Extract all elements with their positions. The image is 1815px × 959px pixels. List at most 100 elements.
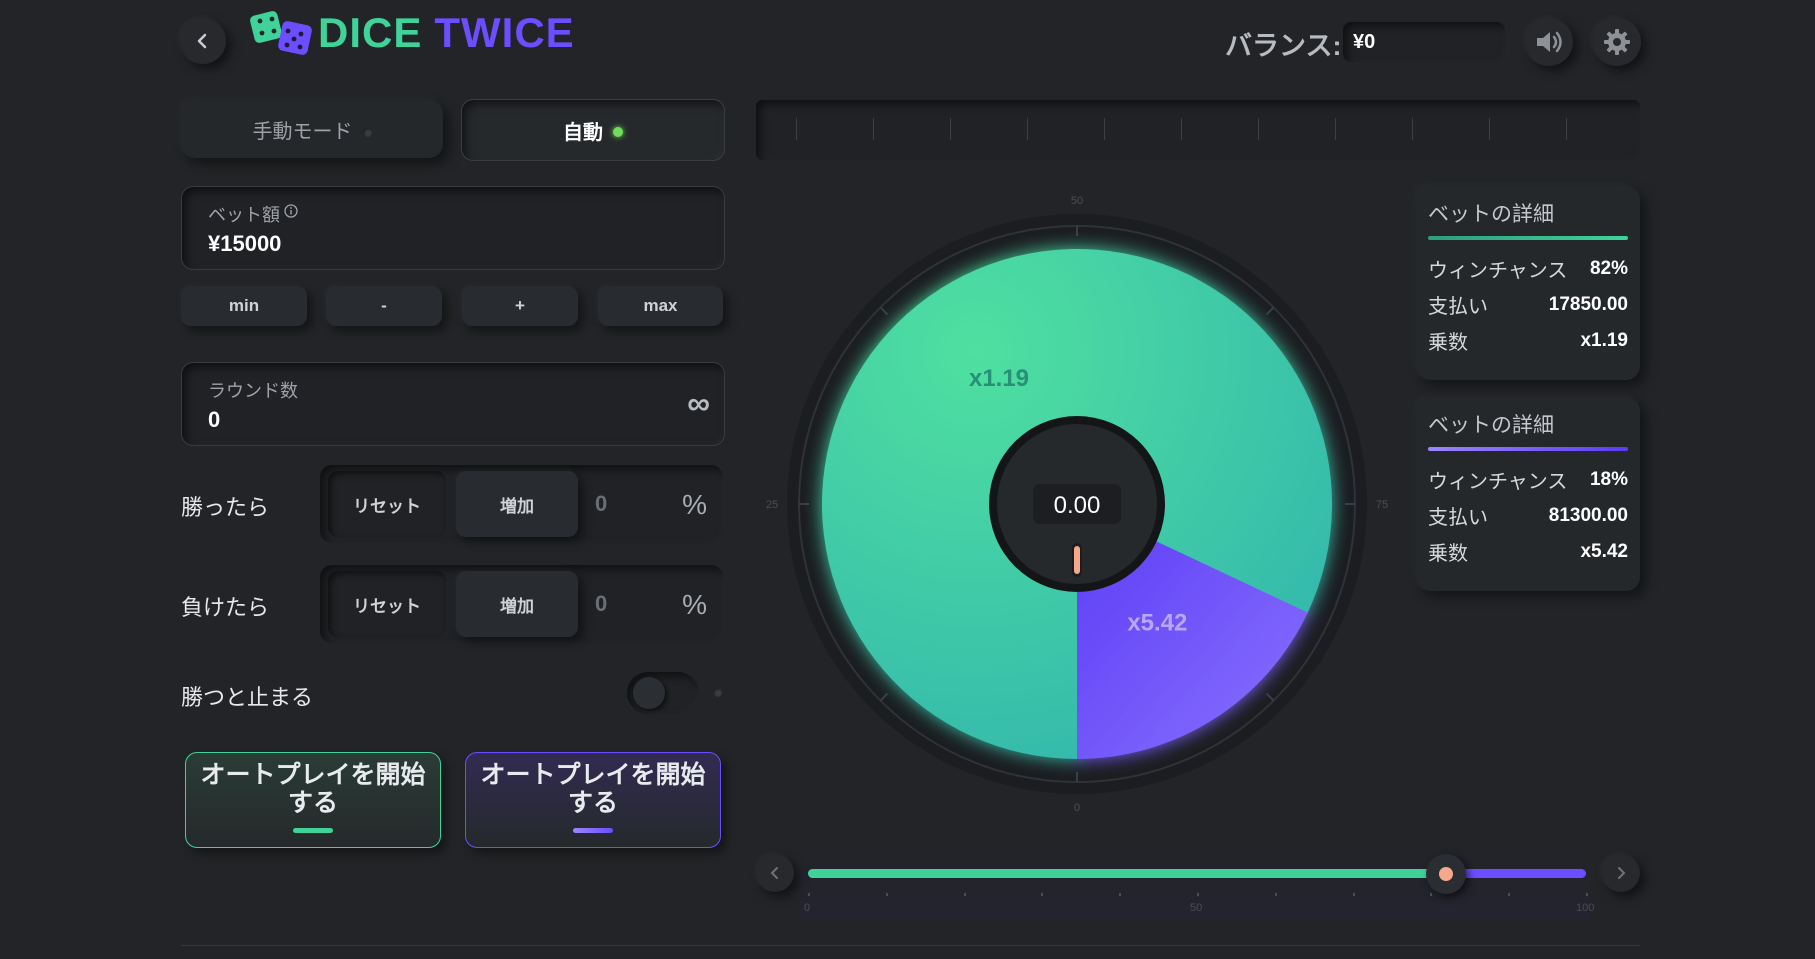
bet-details-title-green: ベットの詳細 [1428, 203, 1554, 226]
tab-manual-label: 手動モード [252, 120, 353, 143]
win-chance-value: 18% [1589, 468, 1628, 490]
sound-icon [1537, 31, 1562, 53]
on-win-reset-button[interactable]: リセット [328, 471, 446, 537]
rounds-field[interactable]: ラウンド数 0 ∞ [181, 362, 725, 446]
stop-on-win-label: 勝つと止まる [181, 685, 314, 710]
balance-label: バランス: [1225, 31, 1342, 61]
slider-tick [808, 893, 810, 896]
win-chance-row-green: ウィンチャンス 82% [1428, 254, 1628, 283]
dice-logo-icon [250, 11, 312, 55]
payout-label: 支払い [1428, 507, 1488, 529]
bet-details-panel-green: ベットの詳細 ウィンチャンス 82% 支払い 17850.00 乗数 x1.19 [1416, 186, 1640, 380]
bet-max-button[interactable]: max [598, 286, 723, 326]
slider-left-button[interactable] [756, 854, 794, 892]
wheel-scale-label-left: 25 [766, 499, 778, 511]
slider-track[interactable] [808, 854, 1586, 894]
autoplay-green-label: オートプレイを開始する [200, 761, 426, 817]
bet-amount-value: ¥15000 [208, 231, 282, 256]
autoplay-start-purple-button[interactable]: オートプレイを開始する [465, 752, 721, 848]
balance-field: ¥0 [1343, 22, 1505, 62]
logo: DICE TWICE [248, 8, 575, 58]
bet-increase-button[interactable]: + [462, 286, 578, 326]
back-icon [197, 33, 207, 49]
on-loss-increase-button[interactable]: 増加 [456, 571, 578, 637]
on-win-percent-unit: % [682, 489, 707, 520]
slider-thumb[interactable] [1425, 854, 1466, 894]
payout-value: 81300.00 [1548, 504, 1628, 526]
slider-right-button[interactable] [1602, 854, 1640, 892]
on-win-label: 勝ったら [181, 495, 270, 520]
slider-thumb-dot [1438, 867, 1453, 881]
win-chance-label: ウィンチャンス [1428, 260, 1568, 282]
bet-decrease-button[interactable]: - [326, 286, 442, 326]
logo-text-twice: TWICE [434, 9, 575, 56]
payout-label: 支払い [1428, 296, 1488, 318]
multiplier-value: x5.42 [1580, 540, 1628, 562]
multiplier-row-green: 乗数 x1.19 [1428, 326, 1628, 355]
slider-tick [1352, 893, 1355, 896]
logo-text-dice: DICE [318, 9, 423, 56]
history-tick [796, 118, 797, 140]
slider-tick [963, 893, 966, 896]
slider-tick [1508, 893, 1511, 896]
bet-details-panel-purple: ベットの詳細 ウィンチャンス 18% 支払い 81300.00 乗数 x5.42 [1416, 397, 1640, 591]
wheel-center-value: 0.00 [1054, 492, 1101, 519]
history-tick [1335, 118, 1336, 140]
payout-value: 17850.00 [1548, 293, 1628, 315]
history-strip [756, 100, 1640, 160]
sound-button[interactable] [1525, 18, 1573, 66]
toggle-status-dot-icon [713, 688, 722, 697]
autoplay-start-green-button[interactable]: オートプレイを開始する [185, 752, 441, 848]
stop-on-win-toggle[interactable] [627, 672, 699, 714]
toggle-knob [633, 677, 665, 709]
bet-min-button[interactable]: min [181, 286, 307, 326]
slider-tick [1586, 893, 1588, 896]
chevron-right-icon [1618, 867, 1626, 879]
wheel-scale-label-right: 75 [1376, 499, 1388, 511]
footer-divider [181, 945, 1640, 946]
on-win-increase-button[interactable]: 増加 [456, 471, 578, 537]
slider-mid-label: 50 [1190, 902, 1203, 914]
infinity-icon[interactable]: ∞ [687, 385, 710, 422]
history-tick [1489, 118, 1490, 140]
on-loss-controls: リセット 増加 0 % [320, 565, 723, 643]
tab-manual[interactable]: 手動モード [181, 100, 443, 158]
history-tick [1104, 118, 1105, 140]
bet-details-accent-green [1428, 236, 1628, 240]
status-dot-icon [362, 127, 372, 137]
multiplier-value: x1.19 [1580, 329, 1628, 351]
slider-tick [1119, 893, 1122, 896]
gear-icon [1604, 29, 1630, 55]
win-chance-value: 82% [1589, 257, 1628, 279]
on-win-percent-input[interactable]: 0 [595, 491, 607, 517]
slider-tick [1197, 893, 1199, 896]
tab-auto[interactable]: 自動 [461, 99, 725, 161]
back-button[interactable] [180, 18, 226, 64]
slider-tick [1041, 893, 1044, 896]
slider-max-label: 100 [1576, 902, 1595, 914]
purple-indicator-bar [573, 828, 613, 833]
history-tick [1027, 118, 1028, 140]
on-win-controls: リセット 増加 0 % [320, 465, 723, 543]
multiplier-row-purple: 乗数 x5.42 [1428, 537, 1628, 566]
active-dot-icon [613, 126, 623, 137]
on-loss-reset-button[interactable]: リセット [328, 571, 446, 637]
on-loss-label: 負けたら [181, 595, 270, 620]
slider-area: 0 50 100 [800, 848, 1594, 920]
slider-tick [1274, 893, 1277, 896]
bet-amount-field[interactable]: ベット額 ¥15000 [181, 186, 725, 270]
bet-amount-label: ベット額 [208, 205, 280, 225]
green-indicator-bar [293, 828, 333, 833]
win-chance-row-purple: ウィンチャンス 18% [1428, 465, 1628, 494]
autoplay-purple-label: オートプレイを開始する [480, 761, 706, 817]
chevron-left-icon [770, 867, 778, 879]
on-loss-percent-input[interactable]: 0 [595, 591, 607, 617]
history-tick [1258, 118, 1259, 140]
balance-value: ¥0 [1353, 31, 1376, 53]
on-loss-percent-unit: % [682, 589, 707, 620]
wheel-scale-label-top: 50 [1071, 195, 1083, 207]
settings-button[interactable] [1593, 18, 1641, 66]
rounds-value: 0 [208, 407, 221, 432]
info-icon [284, 204, 298, 218]
history-tick [1412, 118, 1413, 140]
